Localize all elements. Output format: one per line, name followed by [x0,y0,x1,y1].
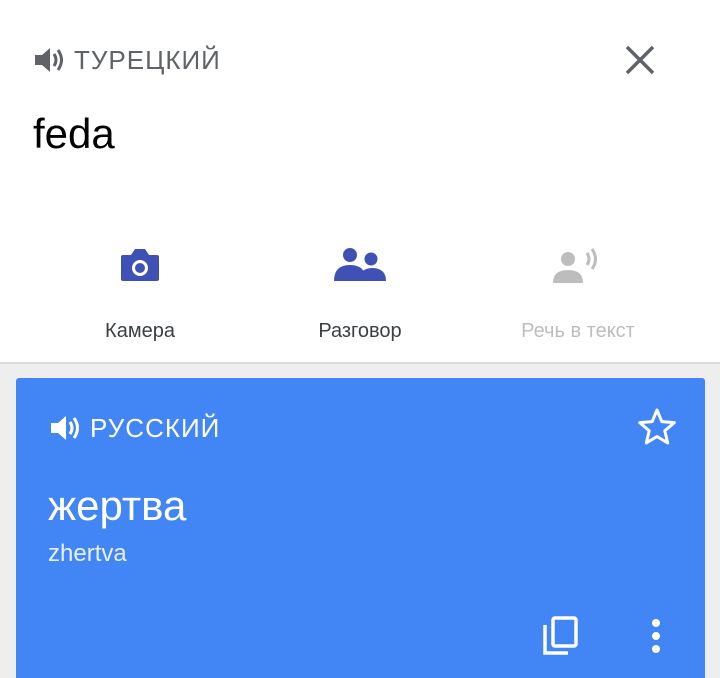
transcribe-icon [553,248,597,283]
transliteration-text: zhertva [48,540,127,567]
speaker-icon[interactable] [32,45,66,75]
transcribe-button[interactable]: Речь в текст [458,230,698,360]
target-language[interactable]: РУССКИЙ [48,408,220,448]
translation-card: РУССКИЙ жертва zhertva [16,378,705,678]
source-panel: ТУРЕЦКИЙ feda Камера Разговор Речь в тек… [0,0,720,362]
source-language[interactable]: ТУРЕЦКИЙ [32,40,221,80]
conversation-icon [334,248,386,281]
conversation-label: Разговор [318,320,402,342]
source-text[interactable]: feda [33,110,115,158]
copy-button[interactable] [534,610,586,662]
more-options-button[interactable] [632,610,680,662]
close-button[interactable] [616,36,664,84]
camera-button[interactable]: Камера [20,230,260,360]
camera-label: Камера [105,320,175,342]
source-language-label: ТУРЕЦКИЙ [74,44,221,75]
star-outline-icon [638,408,676,445]
translation-text: жертва [48,482,187,529]
divider [0,362,720,364]
target-language-label: РУССКИЙ [90,412,221,443]
camera-icon [121,249,159,281]
input-tools: Камера Разговор Речь в текст [0,230,720,360]
transcribe-label: Речь в текст [521,320,635,342]
copy-icon [543,616,578,655]
more-vert-icon [652,619,660,653]
close-icon [625,45,655,75]
conversation-button[interactable]: Разговор [240,230,480,360]
speaker-icon[interactable] [48,413,82,443]
save-star-button[interactable] [632,402,682,452]
